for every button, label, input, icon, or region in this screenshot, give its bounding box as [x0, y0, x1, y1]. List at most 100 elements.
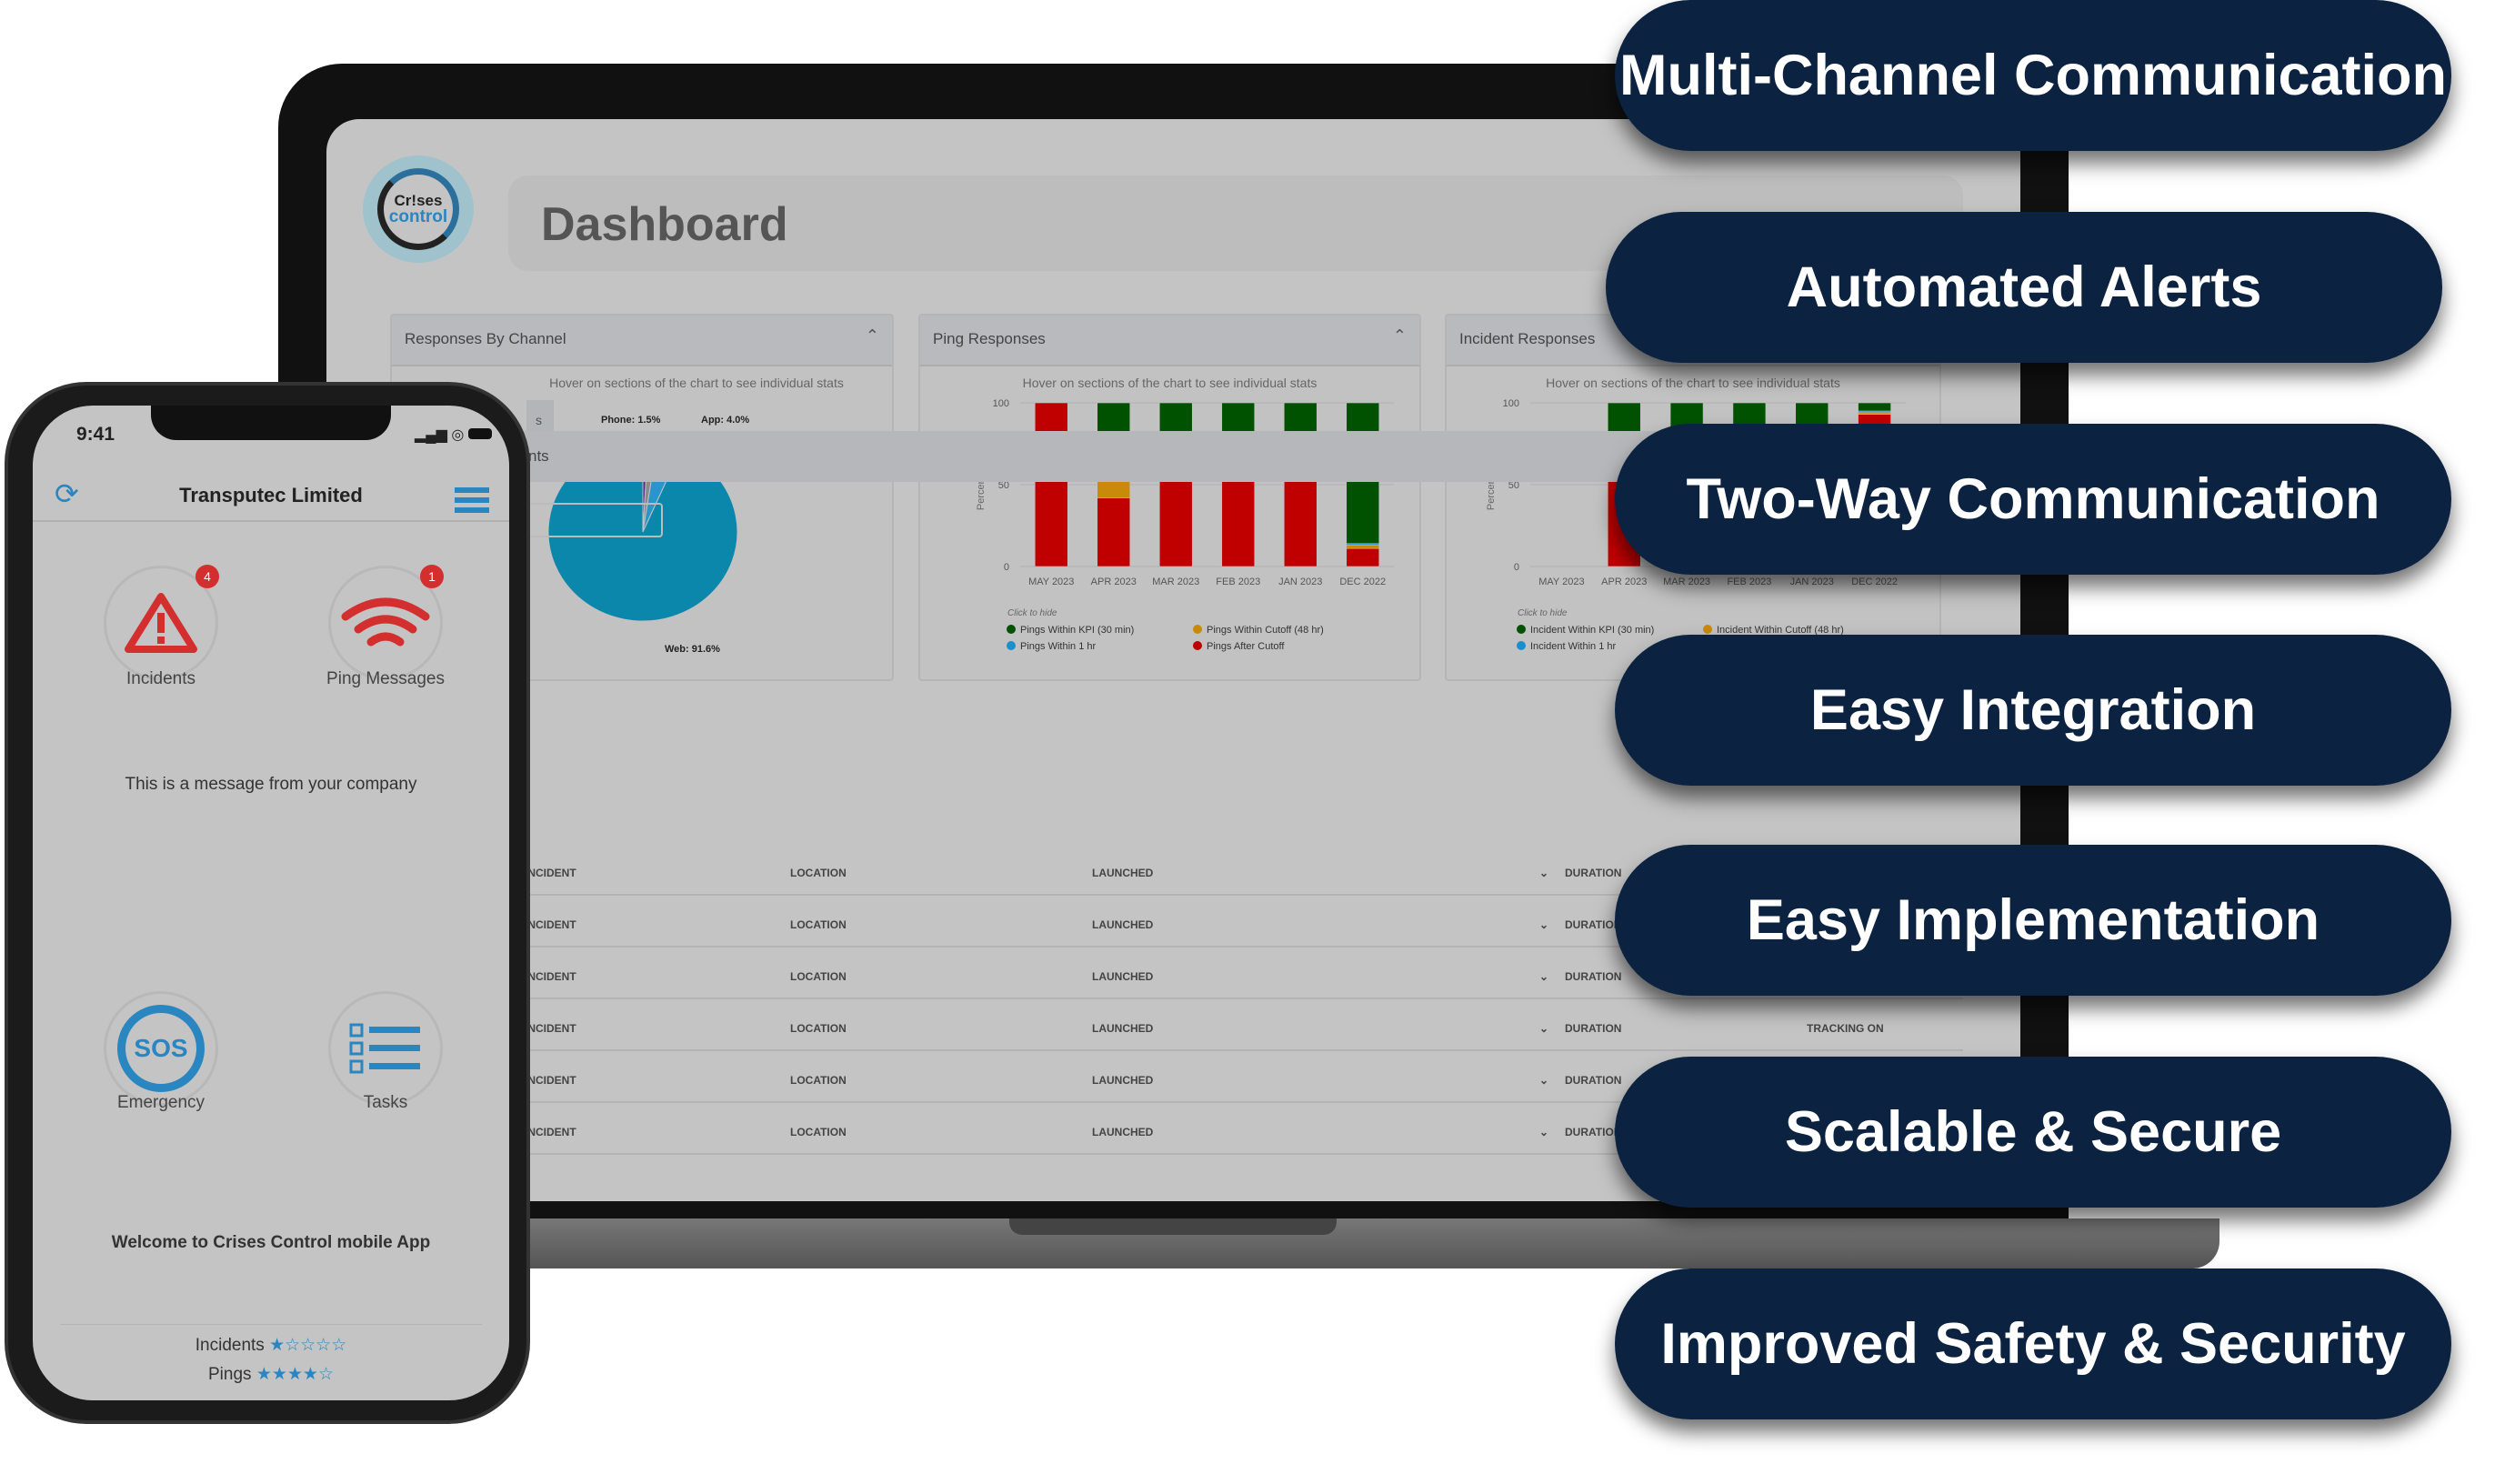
legend-label[interactable]: Incident Within KPI (30 min)	[1530, 625, 1654, 636]
bar-segment[interactable]	[1097, 497, 1131, 567]
column-header: DURATION	[1565, 1126, 1622, 1138]
ping-icon	[341, 597, 430, 647]
pings-rating: Pings ★★★★☆	[33, 1364, 509, 1385]
legend-label[interactable]: Pings Within KPI (30 min)	[1020, 625, 1134, 636]
column-header[interactable]: LAUNCHED	[1092, 918, 1153, 931]
column-header: INCIDENT	[525, 1022, 576, 1035]
legend-marker[interactable]	[1703, 625, 1712, 634]
battery-icon	[467, 428, 492, 439]
column-header: DURATION	[1565, 918, 1622, 931]
legend-hint: Click to hide	[1007, 608, 1057, 618]
column-header: INCIDENT	[525, 1126, 576, 1138]
x-tick-label: DEC 2022	[1851, 577, 1898, 587]
sos-icon: SOS	[117, 1005, 205, 1092]
column-header[interactable]: LAUNCHED	[1092, 1022, 1153, 1035]
legend-marker[interactable]	[1517, 641, 1526, 650]
crises-control-logo[interactable]: Cr!ses control	[363, 155, 474, 263]
column-header[interactable]: LAUNCHED	[1092, 970, 1153, 983]
legend-marker[interactable]	[1007, 625, 1016, 634]
divider	[33, 520, 509, 522]
menu-icon[interactable]	[455, 487, 489, 513]
bar-segment[interactable]	[1221, 473, 1256, 567]
sort-chevron-icon[interactable]: ⌄	[1539, 1022, 1548, 1035]
phone-notch	[151, 406, 391, 440]
bar-segment[interactable]	[1034, 402, 1068, 567]
y-tick-label: 0	[1514, 562, 1519, 573]
company-message: This is a message from your company	[125, 775, 417, 794]
column-header[interactable]: LAUNCHED	[1092, 867, 1153, 879]
feature-pill: Improved Safety & Security	[1615, 1268, 2451, 1419]
table-search-input[interactable]	[508, 503, 663, 537]
tile-label: Ping Messages	[326, 669, 445, 688]
feature-pill: Multi-Channel Communication	[1615, 0, 2451, 151]
x-tick-label: DEC 2022	[1339, 577, 1386, 587]
column-header: INCIDENT	[525, 970, 576, 983]
tab-label: s	[536, 413, 542, 427]
column-header[interactable]: LAUNCHED	[1092, 1126, 1153, 1138]
column-header: DURATION	[1565, 1074, 1622, 1087]
x-tick-label: MAY 2023	[1028, 577, 1074, 587]
column-header: DURATION	[1565, 1022, 1622, 1035]
status-icons: ▂▄▆ ◎	[415, 426, 492, 444]
legend-marker[interactable]	[1517, 625, 1526, 634]
column-header: INCIDENT	[525, 1074, 576, 1087]
x-tick-label: APR 2023	[1091, 577, 1137, 587]
legend-label[interactable]: Incident Within 1 hr	[1530, 641, 1616, 652]
sort-chevron-icon[interactable]: ⌄	[1539, 867, 1548, 879]
sort-chevron-icon[interactable]: ⌄	[1539, 970, 1548, 983]
y-tick-label: 100	[993, 398, 1009, 409]
bar-segment[interactable]	[1858, 402, 1891, 412]
x-tick-label: JAN 2023	[1278, 577, 1322, 587]
bar-segment[interactable]	[1158, 474, 1193, 567]
pie-label: App: 4.0%	[701, 415, 749, 426]
sort-chevron-icon[interactable]: ⌄	[1539, 1074, 1548, 1087]
x-tick-label: APR 2023	[1601, 577, 1647, 587]
legend-marker[interactable]	[1193, 641, 1202, 650]
tasks-tile[interactable]	[328, 991, 443, 1106]
bar-segment[interactable]	[1097, 481, 1131, 498]
phone-frame: 9:41 ▂▄▆ ◎ ⟳ Transputec Limited 4 Incide…	[5, 382, 530, 1424]
emergency-tile[interactable]: SOS	[104, 991, 218, 1106]
column-header[interactable]: LAUNCHED	[1092, 1074, 1153, 1087]
column-header: INCIDENT	[525, 867, 576, 879]
table-row[interactable]: INCIDENT LOCATION LAUNCHED DURATION TRACKING…	[508, 1006, 1963, 1051]
ping-messages-tile[interactable]: 1	[328, 565, 444, 680]
legend-hint: Click to hide	[1518, 608, 1568, 618]
incidents-tile[interactable]: 4	[104, 565, 219, 680]
legend-marker[interactable]	[1193, 625, 1202, 634]
rating-label: Incidents	[195, 1336, 265, 1355]
feature-pill: Automated Alerts	[1606, 212, 2442, 363]
x-tick-label: MAR 2023	[1663, 577, 1710, 587]
y-tick-label: 100	[1503, 398, 1519, 409]
x-tick-label: JAN 2023	[1790, 577, 1834, 587]
logo-text: Cr!ses	[394, 192, 443, 209]
phone-screen: 9:41 ▂▄▆ ◎ ⟳ Transputec Limited 4 Incide…	[33, 406, 509, 1400]
company-name: Transputec Limited	[179, 484, 363, 506]
notification-badge: 4	[195, 565, 219, 588]
column-header: LOCATION	[790, 1126, 847, 1138]
y-tick-label: 0	[1004, 562, 1009, 573]
x-tick-label: MAR 2023	[1152, 577, 1199, 587]
rating-label: Pings	[208, 1365, 252, 1384]
bar-segment[interactable]	[1346, 545, 1380, 549]
bar-segment[interactable]	[1346, 547, 1380, 567]
page-title: Dashboard	[541, 198, 788, 251]
tasks-icon	[349, 1023, 420, 1074]
legend-label[interactable]: Pings After Cutoff	[1207, 641, 1285, 652]
column-header: LOCATION	[790, 1022, 847, 1035]
legend-label[interactable]: Pings Within 1 hr	[1020, 641, 1096, 652]
ping-responses-chart: 050100PercentageMAY 2023 APR 2023 MAR 2023…	[976, 398, 1394, 652]
x-tick-label: FEB 2023	[1727, 577, 1771, 587]
legend-label[interactable]: Pings Within Cutoff (48 hr)	[1207, 625, 1324, 636]
sort-chevron-icon[interactable]: ⌄	[1539, 918, 1548, 931]
ping-responses-panel: Ping Responses ⌃ Hover on sections of the…	[918, 314, 1421, 681]
feature-pill: Scalable & Secure	[1615, 1057, 2451, 1208]
column-header: LOCATION	[790, 1074, 847, 1087]
legend-marker[interactable]	[1007, 641, 1016, 650]
feature-pill: Two-Way Communication	[1615, 424, 2451, 575]
star-rating: ★★★★☆	[256, 1365, 334, 1384]
laptop-hinge	[1009, 1218, 1337, 1235]
signal-icon: ▂▄▆	[415, 427, 447, 443]
feature-pill: Easy Implementation	[1615, 845, 2451, 996]
sort-chevron-icon[interactable]: ⌄	[1539, 1126, 1548, 1138]
